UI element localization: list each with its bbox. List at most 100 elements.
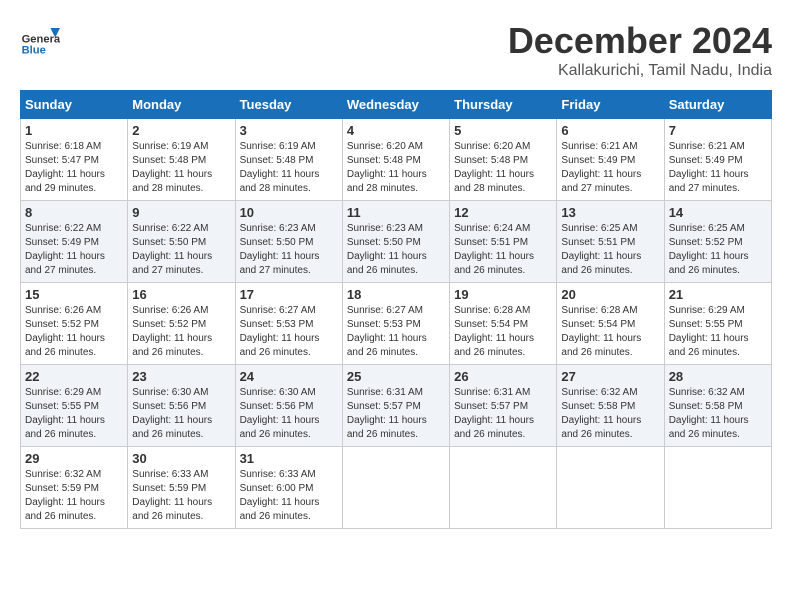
calendar-cell: 29 Sunrise: 6:32 AM Sunset: 5:59 PM Dayli… [21, 447, 128, 529]
calendar-week-4: 22 Sunrise: 6:29 AM Sunset: 5:55 PM Dayli… [21, 365, 772, 447]
calendar-cell: 7 Sunrise: 6:21 AM Sunset: 5:49 PM Daylig… [664, 119, 771, 201]
calendar-cell [664, 447, 771, 529]
day-info: Sunrise: 6:19 AM Sunset: 5:48 PM Dayligh… [240, 140, 338, 196]
day-number: 7 [669, 123, 767, 138]
calendar-cell: 12 Sunrise: 6:24 AM Sunset: 5:51 PM Dayli… [450, 201, 557, 283]
calendar-cell [557, 447, 664, 529]
location: Kallakurichi, Tamil Nadu, India [508, 62, 772, 80]
day-number: 17 [240, 287, 338, 302]
day-header-tuesday: Tuesday [235, 91, 342, 119]
day-number: 21 [669, 287, 767, 302]
calendar-cell: 28 Sunrise: 6:32 AM Sunset: 5:58 PM Dayli… [664, 365, 771, 447]
day-number: 19 [454, 287, 552, 302]
day-info: Sunrise: 6:31 AM Sunset: 5:57 PM Dayligh… [347, 386, 445, 442]
day-info: Sunrise: 6:19 AM Sunset: 5:48 PM Dayligh… [132, 140, 230, 196]
day-number: 2 [132, 123, 230, 138]
day-info: Sunrise: 6:32 AM Sunset: 5:59 PM Dayligh… [25, 468, 123, 524]
day-number: 18 [347, 287, 445, 302]
calendar-cell: 31Sunrise: 6:33 AM Sunset: 6:00 PM Dayli… [235, 447, 342, 529]
calendar-cell: 27 Sunrise: 6:32 AM Sunset: 5:58 PM Dayli… [557, 365, 664, 447]
calendar-cell: 17 Sunrise: 6:27 AM Sunset: 5:53 PM Dayli… [235, 283, 342, 365]
day-number: 6 [561, 123, 659, 138]
calendar-cell: 5Sunrise: 6:20 AM Sunset: 5:48 PM Daylig… [450, 119, 557, 201]
day-header-friday: Friday [557, 91, 664, 119]
day-info: Sunrise: 6:25 AM Sunset: 5:52 PM Dayligh… [669, 222, 767, 278]
day-number: 14 [669, 205, 767, 220]
calendar-week-1: 1Sunrise: 6:18 AM Sunset: 5:47 PM Daylig… [21, 119, 772, 201]
day-info: Sunrise: 6:29 AM Sunset: 5:55 PM Dayligh… [25, 386, 123, 442]
day-header-saturday: Saturday [664, 91, 771, 119]
day-number: 10 [240, 205, 338, 220]
day-number: 31 [240, 451, 338, 466]
day-number: 5 [454, 123, 552, 138]
calendar-body: 1Sunrise: 6:18 AM Sunset: 5:47 PM Daylig… [21, 119, 772, 529]
calendar-cell: 4Sunrise: 6:20 AM Sunset: 5:48 PM Daylig… [342, 119, 449, 201]
calendar-cell: 14 Sunrise: 6:25 AM Sunset: 5:52 PM Dayli… [664, 201, 771, 283]
day-info: Sunrise: 6:27 AM Sunset: 5:53 PM Dayligh… [347, 304, 445, 360]
day-number: 24 [240, 369, 338, 384]
calendar-cell: 30Sunrise: 6:33 AM Sunset: 5:59 PM Dayli… [128, 447, 235, 529]
calendar-cell: 22 Sunrise: 6:29 AM Sunset: 5:55 PM Dayli… [21, 365, 128, 447]
day-info: Sunrise: 6:32 AM Sunset: 5:58 PM Dayligh… [669, 386, 767, 442]
day-info: Sunrise: 6:26 AM Sunset: 5:52 PM Dayligh… [132, 304, 230, 360]
calendar-cell: 16 Sunrise: 6:26 AM Sunset: 5:52 PM Dayli… [128, 283, 235, 365]
calendar-cell: 24 Sunrise: 6:30 AM Sunset: 5:56 PM Dayli… [235, 365, 342, 447]
day-number: 15 [25, 287, 123, 302]
calendar-week-5: 29 Sunrise: 6:32 AM Sunset: 5:59 PM Dayli… [21, 447, 772, 529]
day-info: Sunrise: 6:30 AM Sunset: 5:56 PM Dayligh… [132, 386, 230, 442]
calendar-cell: 21 Sunrise: 6:29 AM Sunset: 5:55 PM Dayli… [664, 283, 771, 365]
day-number: 16 [132, 287, 230, 302]
day-header-monday: Monday [128, 91, 235, 119]
calendar-cell: 15 Sunrise: 6:26 AM Sunset: 5:52 PM Dayli… [21, 283, 128, 365]
calendar-cell: 2 Sunrise: 6:19 AM Sunset: 5:48 PM Daylig… [128, 119, 235, 201]
day-info: Sunrise: 6:22 AM Sunset: 5:50 PM Dayligh… [132, 222, 230, 278]
day-number: 12 [454, 205, 552, 220]
logo-icon: General Blue [20, 20, 60, 60]
day-header-sunday: Sunday [21, 91, 128, 119]
calendar-cell: 18 Sunrise: 6:27 AM Sunset: 5:53 PM Dayli… [342, 283, 449, 365]
day-info: Sunrise: 6:25 AM Sunset: 5:51 PM Dayligh… [561, 222, 659, 278]
calendar-cell: 11Sunrise: 6:23 AM Sunset: 5:50 PM Dayli… [342, 201, 449, 283]
calendar-week-3: 15 Sunrise: 6:26 AM Sunset: 5:52 PM Dayli… [21, 283, 772, 365]
day-header-wednesday: Wednesday [342, 91, 449, 119]
svg-text:Blue: Blue [22, 45, 46, 57]
day-info: Sunrise: 6:23 AM Sunset: 5:50 PM Dayligh… [347, 222, 445, 278]
day-number: 29 [25, 451, 123, 466]
day-number: 22 [25, 369, 123, 384]
calendar-table: SundayMondayTuesdayWednesdayThursdayFrid… [20, 90, 772, 529]
day-info: Sunrise: 6:32 AM Sunset: 5:58 PM Dayligh… [561, 386, 659, 442]
calendar-cell: 10 Sunrise: 6:23 AM Sunset: 5:50 PM Dayli… [235, 201, 342, 283]
calendar-cell [450, 447, 557, 529]
day-number: 23 [132, 369, 230, 384]
calendar-cell: 6Sunrise: 6:21 AM Sunset: 5:49 PM Daylig… [557, 119, 664, 201]
day-info: Sunrise: 6:26 AM Sunset: 5:52 PM Dayligh… [25, 304, 123, 360]
day-info: Sunrise: 6:31 AM Sunset: 5:57 PM Dayligh… [454, 386, 552, 442]
day-info: Sunrise: 6:18 AM Sunset: 5:47 PM Dayligh… [25, 140, 123, 196]
day-number: 8 [25, 205, 123, 220]
day-info: Sunrise: 6:27 AM Sunset: 5:53 PM Dayligh… [240, 304, 338, 360]
calendar-cell: 26 Sunrise: 6:31 AM Sunset: 5:57 PM Dayli… [450, 365, 557, 447]
day-number: 9 [132, 205, 230, 220]
day-header-thursday: Thursday [450, 91, 557, 119]
day-number: 26 [454, 369, 552, 384]
day-number: 20 [561, 287, 659, 302]
calendar-cell: 8 Sunrise: 6:22 AM Sunset: 5:49 PM Daylig… [21, 201, 128, 283]
day-number: 28 [669, 369, 767, 384]
day-number: 27 [561, 369, 659, 384]
day-info: Sunrise: 6:21 AM Sunset: 5:49 PM Dayligh… [669, 140, 767, 196]
day-number: 13 [561, 205, 659, 220]
day-info: Sunrise: 6:23 AM Sunset: 5:50 PM Dayligh… [240, 222, 338, 278]
day-info: Sunrise: 6:29 AM Sunset: 5:55 PM Dayligh… [669, 304, 767, 360]
calendar-cell: 13 Sunrise: 6:25 AM Sunset: 5:51 PM Dayli… [557, 201, 664, 283]
title-block: December 2024 Kallakurichi, Tamil Nadu, … [508, 20, 772, 80]
page-header: General Blue December 2024 Kallakurichi,… [20, 20, 772, 80]
day-number: 30 [132, 451, 230, 466]
day-info: Sunrise: 6:20 AM Sunset: 5:48 PM Dayligh… [347, 140, 445, 196]
day-info: Sunrise: 6:30 AM Sunset: 5:56 PM Dayligh… [240, 386, 338, 442]
day-number: 25 [347, 369, 445, 384]
day-info: Sunrise: 6:22 AM Sunset: 5:49 PM Dayligh… [25, 222, 123, 278]
calendar-cell: 3Sunrise: 6:19 AM Sunset: 5:48 PM Daylig… [235, 119, 342, 201]
day-info: Sunrise: 6:24 AM Sunset: 5:51 PM Dayligh… [454, 222, 552, 278]
calendar-cell: 25 Sunrise: 6:31 AM Sunset: 5:57 PM Dayli… [342, 365, 449, 447]
calendar-cell [342, 447, 449, 529]
